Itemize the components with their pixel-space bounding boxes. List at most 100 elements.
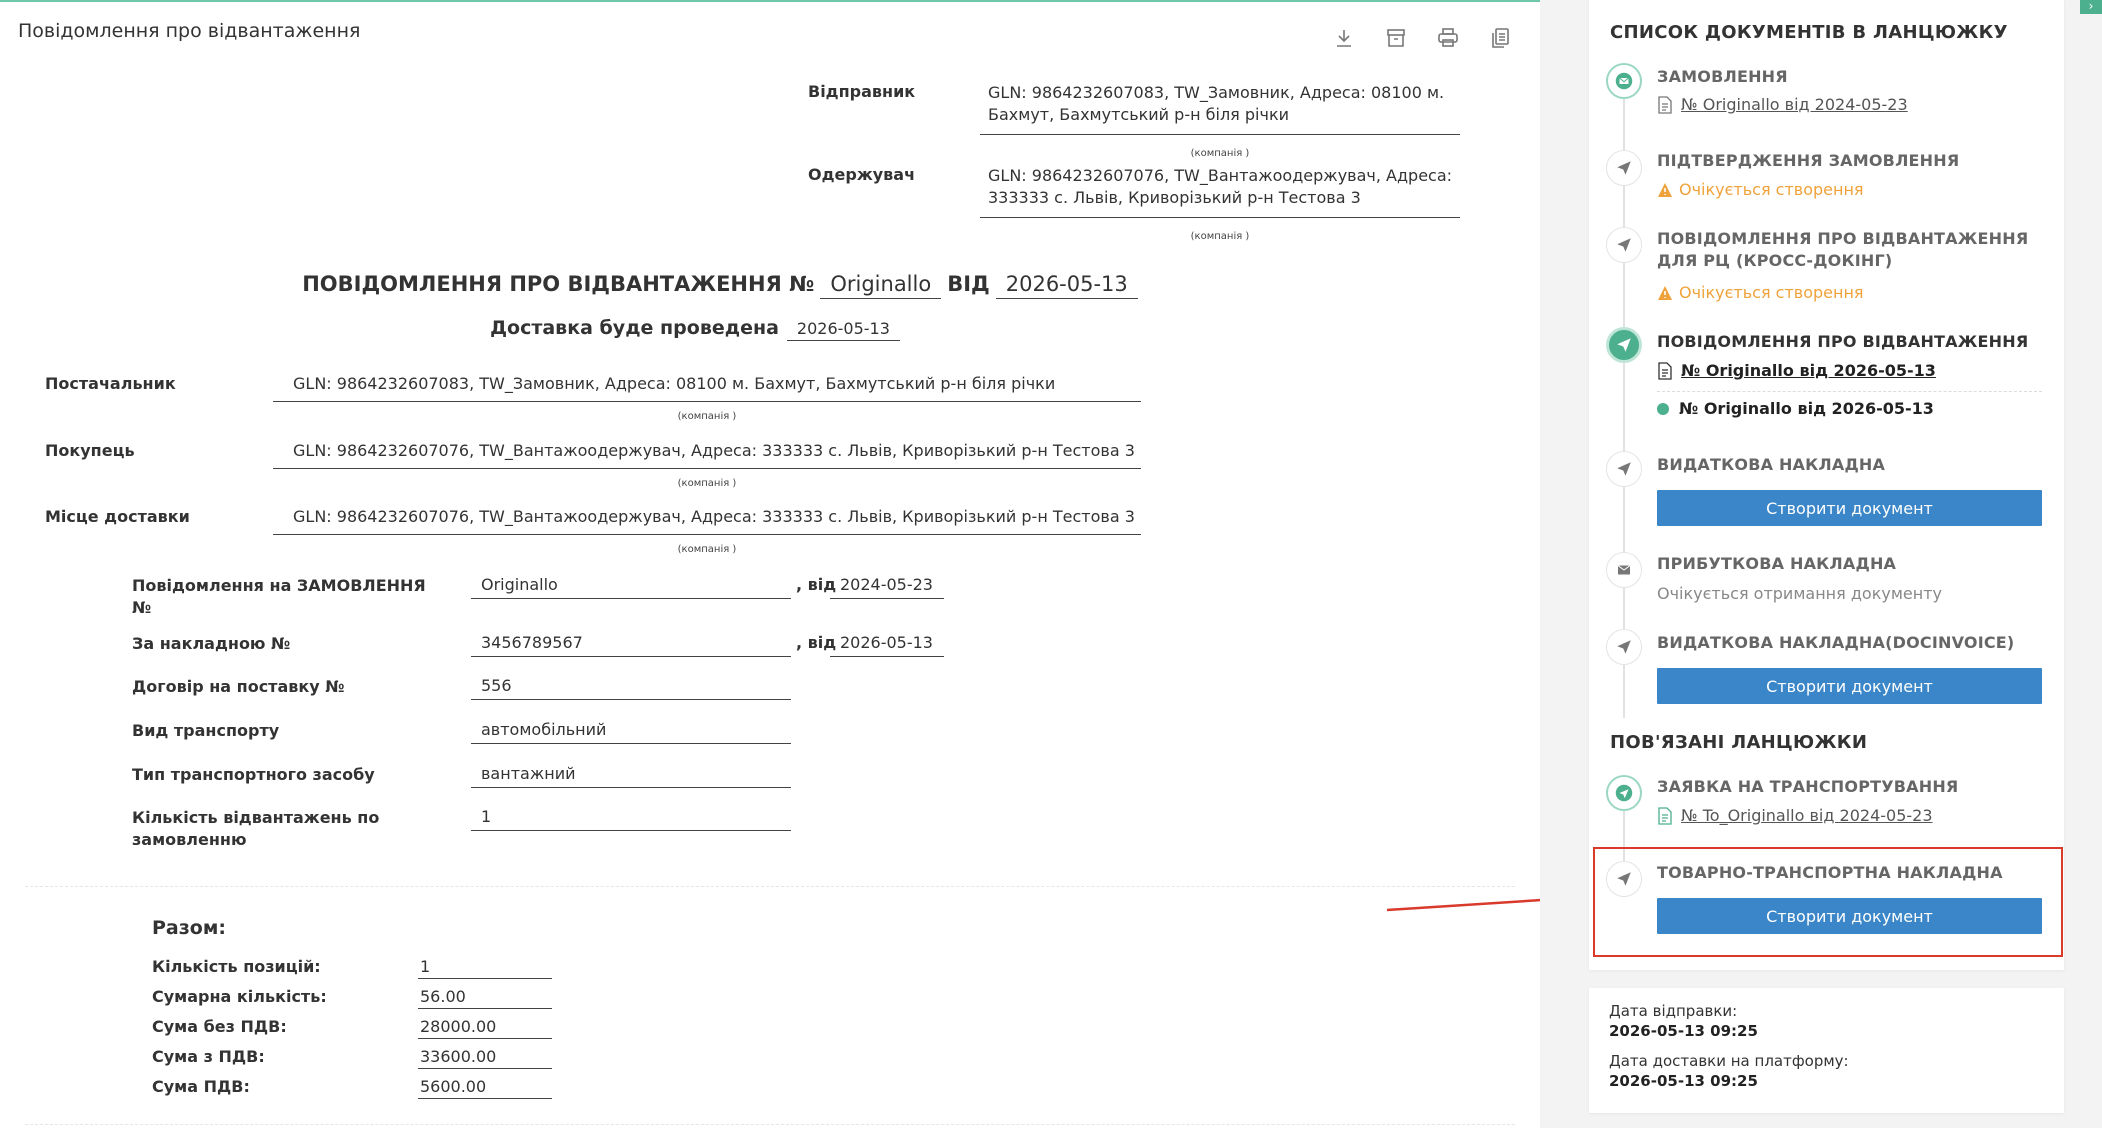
totals-label: Кількість позицій: <box>152 957 321 976</box>
heading-prefix: ПОВІДОМЛЕННЯ ПРО ВІДВАНТАЖЕННЯ № <box>302 272 815 296</box>
send-icon <box>1617 640 1631 654</box>
dates-card: Дата відправки: 2026-05-13 09:25 Дата до… <box>1589 988 2064 1113</box>
chain-node-transport-request <box>1606 775 1642 811</box>
send-icon <box>1617 238 1631 252</box>
chain-node-desadv <box>1606 327 1642 363</box>
chain-desadv-link-text: № Originallo від 2026-05-13 <box>1681 361 1936 380</box>
chain-confirm-title: ПІДТВЕРДЖЕННЯ ЗАМОВЛЕННЯ <box>1657 151 1960 170</box>
document-icon <box>1658 806 1672 825</box>
chain-income-status: Очікується отримання документу <box>1657 584 1942 603</box>
print-icon <box>1438 28 1458 47</box>
receiver-label: Одержувач <box>808 165 916 184</box>
receiver-caption: (компанія ) <box>1190 231 1250 242</box>
chain-node-docinvoice <box>1606 629 1642 665</box>
chain-docinvoice-title: ВИДАТКОВА НАКЛАДНА(DOCINVOICE) <box>1657 633 2015 652</box>
delivery-place-label: Місце доставки <box>45 507 190 526</box>
chain-node-expense <box>1606 451 1642 487</box>
transport-label: Вид транспорту <box>132 721 280 740</box>
copy-icon <box>1492 28 1509 48</box>
sender-label: Відправник <box>808 82 916 101</box>
related-transport-link[interactable]: № To_Originallo від 2024-05-23 <box>1657 806 1933 825</box>
order-label: Повідомлення на ЗАМОВЛЕННЯ № <box>132 576 426 617</box>
delivery-date: 2026-05-13 <box>786 319 900 341</box>
chain-crossdock-title: ПОВІДОМЛЕННЯ ПРО ВІДВАНТАЖЕННЯ ДЛЯ РЦ (К… <box>1657 229 2029 270</box>
section-divider <box>25 1124 1515 1125</box>
section-divider <box>25 886 1515 887</box>
totals-value: 56.00 <box>418 987 552 1009</box>
chevron-right-icon: › <box>2088 0 2094 13</box>
document-heading: ПОВІДОМЛЕННЯ ПРО ВІДВАНТАЖЕННЯ № Origina… <box>0 272 1540 299</box>
heading-number: Originallo <box>820 272 942 299</box>
warning-icon <box>1658 182 1672 197</box>
order-value: Originallo <box>471 575 791 599</box>
print-button[interactable] <box>1434 24 1462 52</box>
invoice-date: 2026-05-13 <box>830 633 944 657</box>
heading-date: 2026-05-13 <box>995 272 1138 299</box>
totals-value: 33600.00 <box>418 1047 552 1069</box>
copy-button[interactable] <box>1486 24 1514 52</box>
sender-caption: (компанія ) <box>1190 148 1250 159</box>
download-button[interactable] <box>1330 24 1358 52</box>
totals-value: 28000.00 <box>418 1017 552 1039</box>
totals-value: 1 <box>418 957 552 979</box>
highlight-box <box>1593 847 2063 957</box>
vehicle-value: вантажний <box>471 764 791 788</box>
sent-date-value: 2026-05-13 09:25 <box>1609 1022 1758 1040</box>
delivery-place-caption: (компанія ) <box>677 544 737 555</box>
chain-node-income <box>1606 552 1642 588</box>
send-icon <box>1617 462 1631 476</box>
chain-order-link[interactable]: № Originallo від 2024-05-23 <box>1657 95 1908 114</box>
chain-income-title: ПРИБУТКОВА НАКЛАДНА <box>1657 554 1897 573</box>
chain-desadv-divider <box>1657 391 2042 392</box>
chain-crossdock-status: Очікується створення <box>1657 283 1864 302</box>
buyer-label: Покупець <box>45 441 135 460</box>
document-view: Повідомлення про відвантаження Відправни… <box>0 0 1540 1128</box>
document-icon <box>1658 95 1672 114</box>
document-toolbar <box>1330 24 1514 52</box>
create-docinvoice-button[interactable]: Створити документ <box>1657 668 2042 704</box>
related-transport-link-text: № To_Originallo від 2024-05-23 <box>1681 806 1933 825</box>
chain-desadv-link[interactable]: № Originallo від 2026-05-13 <box>1657 361 1936 380</box>
delivery-place-value: GLN: 9864232607076, TW_Вантажоодержувач,… <box>273 507 1141 535</box>
warning-icon <box>1658 285 1672 300</box>
heading-from-label: ВІД <box>947 272 990 296</box>
archive-button[interactable] <box>1382 24 1410 52</box>
invoice-value: 3456789567 <box>471 633 791 657</box>
chain-node-order <box>1606 63 1642 99</box>
chain-confirm-status-text: Очікується створення <box>1679 180 1864 199</box>
collapse-panel-button[interactable]: › <box>2080 0 2102 14</box>
totals-label: Сума без ПДВ: <box>152 1017 287 1036</box>
create-expense-button[interactable]: Створити документ <box>1657 490 2042 526</box>
document-icon <box>1658 361 1672 380</box>
envelope-icon <box>1617 565 1631 575</box>
order-date: 2024-05-23 <box>830 575 944 599</box>
totals-label: Сума ПДВ: <box>152 1077 250 1096</box>
chain-order-title: ЗАМОВЛЕННЯ <box>1657 67 1788 86</box>
contract-label: Договір на поставку № <box>132 677 345 696</box>
shipments-label: Кількість відвантажень по замовленню <box>132 808 380 849</box>
chain-desadv-current-text: № Originallo від 2026-05-13 <box>1679 399 1934 418</box>
totals-label: Сума з ПДВ: <box>152 1047 265 1066</box>
totals-title: Разом: <box>152 917 226 939</box>
buyer-value: GLN: 9864232607076, TW_Вантажоодержувач,… <box>273 441 1141 469</box>
chain-title: СПИСОК ДОКУМЕНТІВ В ЛАНЦЮЖКУ <box>1610 22 2008 43</box>
supplier-caption: (компанія ) <box>677 411 737 422</box>
envelope-icon <box>1615 72 1633 90</box>
invoice-label: За накладною № <box>132 634 291 653</box>
send-icon <box>1617 338 1631 352</box>
chain-crossdock-status-text: Очікується створення <box>1679 283 1864 302</box>
delivered-date-label: Дата доставки на платформу: <box>1609 1052 1849 1070</box>
buyer-caption: (компанія ) <box>677 478 737 489</box>
chain-desadv-current: № Originallo від 2026-05-13 <box>1657 399 1934 418</box>
sent-date-label: Дата відправки: <box>1609 1002 1738 1020</box>
download-icon <box>1337 30 1351 47</box>
supplier-value: GLN: 9864232607083, TW_Замовник, Адреса:… <box>273 374 1141 402</box>
related-title: ПОВ'ЯЗАНІ ЛАНЦЮЖКИ <box>1610 732 1868 753</box>
send-icon <box>1617 161 1631 175</box>
delivered-date-value: 2026-05-13 09:25 <box>1609 1072 1758 1090</box>
page-title: Повідомлення про відвантаження <box>18 20 361 42</box>
chain-desadv-title: ПОВІДОМЛЕННЯ ПРО ВІДВАНТАЖЕННЯ <box>1657 332 2029 351</box>
chain-order-link-text: № Originallo від 2024-05-23 <box>1681 95 1908 114</box>
supplier-label: Постачальник <box>45 374 176 393</box>
archive-icon <box>1387 29 1405 47</box>
